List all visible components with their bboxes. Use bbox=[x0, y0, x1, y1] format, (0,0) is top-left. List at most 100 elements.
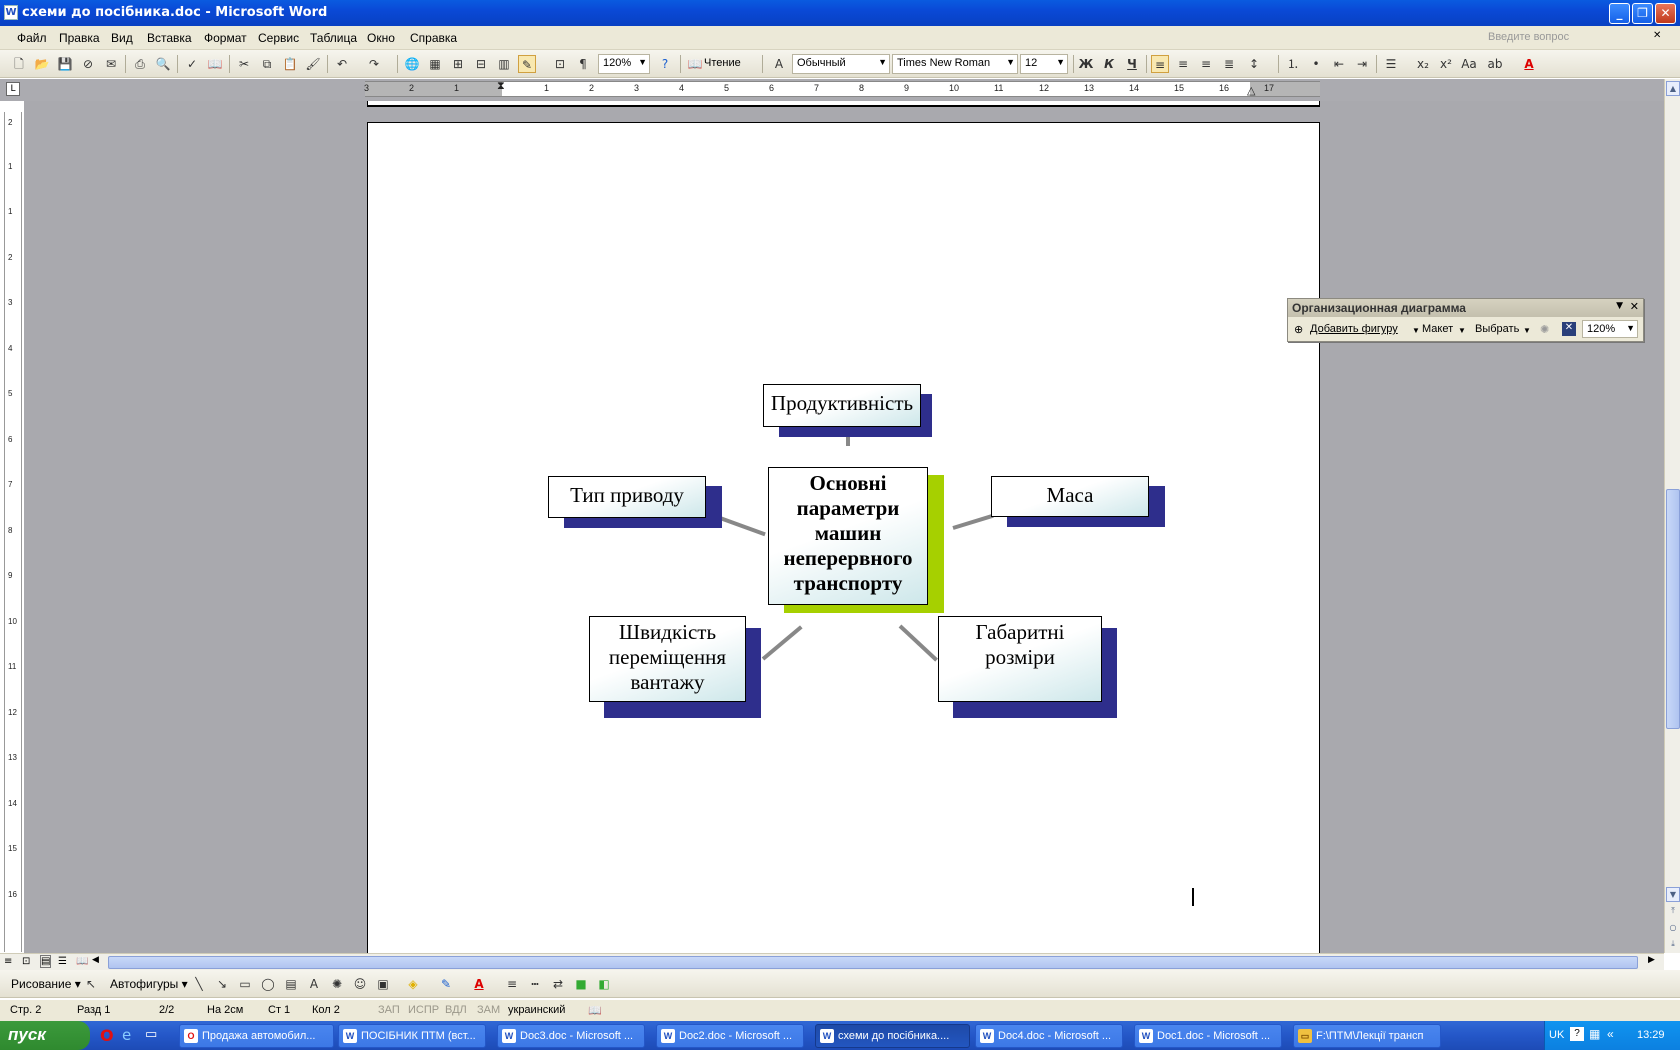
font-combo[interactable]: Times New Roman ▼ bbox=[892, 54, 1018, 74]
right-indent-icon[interactable]: △ bbox=[1247, 84, 1255, 97]
draw-menu[interactable]: Рисование ▾ bbox=[11, 977, 81, 991]
line-spacing-icon[interactable]: ↕ bbox=[1245, 55, 1263, 73]
zoom-combo[interactable]: 120% ▼ bbox=[598, 54, 650, 74]
paste-icon[interactable]: 📋 bbox=[281, 55, 299, 73]
orgchart-toolbar-title[interactable]: Организационная диаграмма bbox=[1288, 299, 1643, 317]
previous-page-icon[interactable]: ⤒ bbox=[1666, 904, 1680, 919]
start-button[interactable]: пуск bbox=[0, 1021, 90, 1050]
menu-help[interactable]: Справка bbox=[410, 31, 457, 45]
select-button[interactable]: Выбрать bbox=[1475, 323, 1519, 335]
line-color-icon[interactable]: ✎ bbox=[437, 975, 455, 993]
task-doc1[interactable]: W Doc1.doc - Microsoft ... bbox=[1134, 1024, 1282, 1048]
align-left-button[interactable]: ≡ bbox=[1151, 55, 1169, 73]
menu-window[interactable]: Окно bbox=[367, 31, 395, 45]
node-dimensions[interactable]: Габаритні розміри bbox=[938, 616, 1102, 702]
tables-borders-icon[interactable]: ▦ bbox=[426, 55, 444, 73]
underline-button[interactable]: Ч bbox=[1123, 55, 1141, 73]
clipart-icon[interactable]: ☺ bbox=[351, 975, 369, 993]
language-indicator[interactable]: UK bbox=[1549, 1029, 1564, 1041]
task-doc2[interactable]: W Doc2.doc - Microsoft ... bbox=[656, 1024, 804, 1048]
layout-button[interactable]: Макет bbox=[1422, 323, 1453, 335]
menu-table[interactable]: Таблица bbox=[310, 31, 357, 45]
styles-icon[interactable]: A bbox=[770, 55, 788, 73]
font-color-icon[interactable]: A bbox=[1520, 55, 1538, 73]
superscript-icon[interactable]: x² bbox=[1437, 55, 1455, 73]
scroll-right-icon[interactable]: ▶ bbox=[1648, 955, 1655, 965]
add-shape-dropdown-icon[interactable]: ▼ bbox=[1412, 326, 1420, 335]
browse-object-icon[interactable]: ○ bbox=[1666, 921, 1680, 936]
ie-icon[interactable]: e bbox=[122, 1026, 131, 1044]
status-record[interactable]: ЗАП bbox=[378, 1004, 400, 1016]
orgchart-toolbar[interactable]: Организационная диаграмма ▼ ✕ ⊕ Добавить… bbox=[1287, 298, 1644, 342]
tab-selector-icon[interactable]: L bbox=[6, 82, 20, 96]
reading-view-icon[interactable]: 📖 bbox=[76, 956, 88, 967]
outline-view-icon[interactable]: ☰ bbox=[58, 956, 67, 967]
horizontal-ruler[interactable]: 3 2 1 1 2 3 4 5 6 7 8 9 10 11 12 13 14 15 16 17 ⧗ △ bbox=[364, 80, 1320, 97]
columns-icon[interactable]: ▥ bbox=[495, 55, 513, 73]
3d-style-icon[interactable]: ◧ bbox=[595, 975, 613, 993]
increase-indent-icon[interactable]: ⇥ bbox=[1353, 55, 1371, 73]
outline-numbering-icon[interactable]: ☰ bbox=[1382, 55, 1400, 73]
status-extend[interactable]: ВДЛ bbox=[445, 1004, 467, 1016]
toolbar-options-icon[interactable]: ▼ bbox=[1616, 301, 1623, 311]
read-button[interactable]: Чтение bbox=[704, 57, 741, 69]
tray-app-icon[interactable]: ▦ bbox=[1589, 1027, 1600, 1041]
print-layout-icon[interactable]: ▤ bbox=[40, 955, 52, 968]
research-icon[interactable]: 📖 bbox=[206, 55, 224, 73]
decrease-indent-icon[interactable]: ⇤ bbox=[1330, 55, 1348, 73]
arrow-icon[interactable]: ↘ bbox=[213, 975, 231, 993]
spelling-status-icon[interactable]: 📖 bbox=[588, 1004, 602, 1017]
task-doc3[interactable]: W Doc3.doc - Microsoft ... bbox=[497, 1024, 645, 1048]
horizontal-scrollbar[interactable]: ≡ ⊡ ▤ ☰ 📖 ◀ ▶ bbox=[0, 953, 1664, 970]
web-view-icon[interactable]: ⊡ bbox=[22, 956, 30, 967]
email-icon[interactable]: ✉ bbox=[102, 55, 120, 73]
add-shape-button[interactable]: Добавить фигуру bbox=[1310, 323, 1398, 335]
orgchart-zoom-combo[interactable]: 120% ▼ bbox=[1582, 320, 1638, 338]
scroll-left-icon[interactable]: ◀ bbox=[92, 955, 99, 965]
cut-icon[interactable]: ✂ bbox=[235, 55, 253, 73]
word-app-icon[interactable]: W bbox=[4, 5, 18, 20]
node-mass[interactable]: Маса bbox=[991, 476, 1149, 517]
change-case-icon[interactable]: Aa bbox=[1460, 55, 1478, 73]
fill-color-icon[interactable]: ◈ bbox=[404, 975, 422, 993]
help-icon[interactable]: ? bbox=[656, 55, 674, 73]
horizontal-scroll-thumb[interactable] bbox=[108, 956, 1638, 969]
fit-text-icon[interactable]: ✕ bbox=[1562, 322, 1576, 336]
document-map-icon[interactable]: ⊡ bbox=[551, 55, 569, 73]
insert-table-icon[interactable]: ⊞ bbox=[449, 55, 467, 73]
wordart-icon[interactable]: A bbox=[305, 975, 323, 993]
scroll-down-icon[interactable]: ▼ bbox=[1666, 887, 1680, 902]
help-tray-icon[interactable]: ? bbox=[1570, 1027, 1584, 1041]
vertical-scroll-thumb[interactable] bbox=[1666, 489, 1680, 729]
node-load-speed[interactable]: Швидкість переміщення вантажу bbox=[589, 616, 746, 702]
document-page[interactable]: Продуктивність Тип приводу Маса Основні … bbox=[367, 122, 1320, 962]
undo-icon[interactable]: ↶ bbox=[333, 55, 351, 73]
line-icon[interactable]: ╲ bbox=[190, 975, 208, 993]
drawing-icon[interactable]: ✎ bbox=[518, 55, 536, 73]
node-main-parameters[interactable]: Основні параметри машин неперервного тра… bbox=[768, 467, 928, 605]
shadow-style-icon[interactable]: ■ bbox=[572, 975, 590, 993]
bullets-icon[interactable]: • bbox=[1307, 55, 1325, 73]
print-icon[interactable]: ⎙ bbox=[131, 55, 149, 73]
new-icon[interactable]: 🗋 bbox=[10, 55, 28, 73]
picture-icon[interactable]: ▣ bbox=[374, 975, 392, 993]
numbering-icon[interactable]: ⒈ bbox=[1284, 55, 1302, 73]
next-page-icon[interactable]: ⤓ bbox=[1666, 937, 1680, 952]
menu-format[interactable]: Формат bbox=[204, 31, 247, 45]
task-skhemy[interactable]: Wсхеми до посібника.... bbox=[815, 1024, 970, 1048]
print-preview-icon[interactable]: 🔍 bbox=[154, 55, 172, 73]
spelling-icon[interactable]: ✓ bbox=[183, 55, 201, 73]
show-desktop-icon[interactable]: ▭ bbox=[145, 1027, 157, 1042]
copy-icon[interactable]: ⧉ bbox=[258, 55, 276, 73]
subscript-icon[interactable]: x₂ bbox=[1414, 55, 1432, 73]
close-doc-icon[interactable]: ✕ bbox=[1653, 30, 1661, 41]
opera-icon[interactable]: O bbox=[100, 1026, 114, 1045]
ask-question-input[interactable]: Введите вопрос bbox=[1484, 29, 1634, 47]
rectangle-icon[interactable]: ▭ bbox=[236, 975, 254, 993]
vertical-ruler[interactable]: 2 1 1 2 3 4 5 6 7 8 9 10 11 12 13 14 15 16 bbox=[4, 112, 22, 952]
style-combo[interactable]: Обычный ▼ bbox=[792, 54, 890, 74]
diagram-icon[interactable]: ✺ bbox=[328, 975, 346, 993]
maximize-button[interactable]: ❐ bbox=[1632, 3, 1653, 24]
normal-view-icon[interactable]: ≡ bbox=[4, 956, 12, 967]
open-icon[interactable]: 📂 bbox=[33, 55, 51, 73]
